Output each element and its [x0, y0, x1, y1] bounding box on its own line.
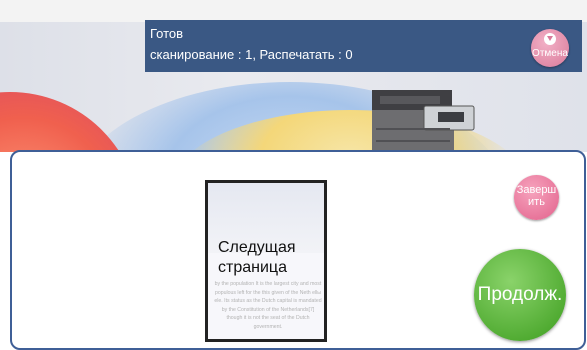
finish-button[interactable]: Заверш ить [514, 175, 559, 220]
next-page-label: Следущая страница [218, 239, 296, 276]
top-status-strip [0, 0, 587, 22]
status-banner: Готов сканирование : 1, Распечатать : 0 [145, 20, 582, 72]
chevron-down-icon [544, 33, 556, 45]
status-counts: сканирование : 1, Распечатать : 0 [150, 47, 353, 62]
next-page-preview[interactable]: by the population It is the largest city… [205, 180, 327, 342]
continue-button[interactable]: Продолж. [474, 249, 566, 341]
preview-ghost-text: by the population It is the largest city… [214, 281, 322, 330]
finish-button-label: Заверш ить [516, 184, 557, 208]
cancel-button[interactable]: Отмена [531, 29, 569, 67]
status-title: Готов [150, 26, 184, 41]
printer-illustration [370, 82, 476, 154]
cancel-button-label: Отмена [532, 48, 568, 59]
